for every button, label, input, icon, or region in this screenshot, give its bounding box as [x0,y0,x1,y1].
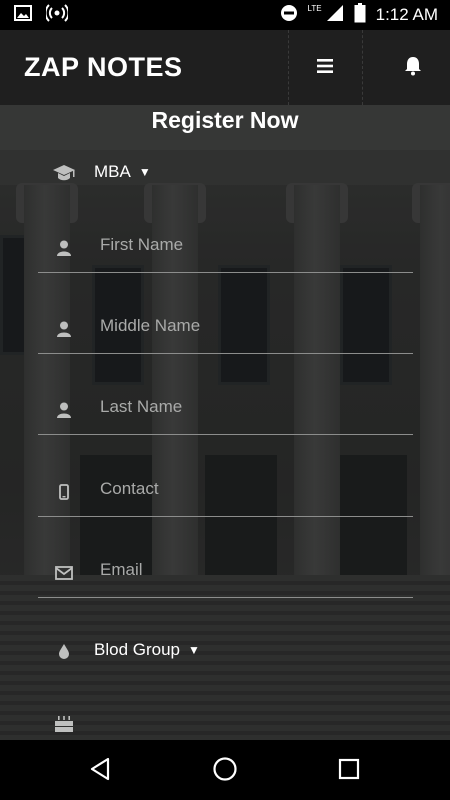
envelope-icon [52,562,76,584]
field-underline [38,516,413,517]
contact-input[interactable]: Contact [100,479,159,499]
course-select[interactable]: MBA ▼ [38,148,413,198]
dnd-icon [280,4,298,27]
page-title: Register Now [151,107,299,133]
hotspot-icon [44,3,70,27]
user-icon [52,237,76,259]
recents-button[interactable] [332,754,366,788]
contact-field[interactable]: Contact [38,467,413,517]
field-underline [38,353,413,354]
gallery-icon [14,4,32,26]
course-value: MBA [94,162,131,181]
back-button[interactable] [83,754,117,788]
dropdown-arrow-icon: ▼ [138,165,151,179]
home-icon [212,756,238,787]
first-name-field[interactable]: First Name [38,223,413,273]
field-underline [38,272,413,273]
last-name-input[interactable]: Last Name [100,397,182,417]
middle-name-field[interactable]: Middle Name [38,304,413,354]
user-icon [52,318,76,340]
email-field[interactable]: Email [38,548,413,598]
menu-icon [317,58,333,78]
email-input[interactable]: Email [100,560,143,580]
navigation-bar [0,740,450,800]
app-bar: ZAP NOTES [0,30,450,105]
field-underline [38,597,413,598]
bell-icon [404,56,422,81]
dropdown-arrow-icon: ▼ [188,643,200,657]
first-name-input[interactable]: First Name [100,235,183,255]
signal-icon [326,4,344,27]
middle-name-input[interactable]: Middle Name [100,316,200,336]
mobile-icon [52,481,76,503]
blood-group-value: Blod Group [94,640,180,659]
user-icon [52,399,76,421]
home-button[interactable] [208,754,242,788]
divider [288,30,289,105]
field-underline [38,434,413,435]
last-name-field[interactable]: Last Name [38,385,413,435]
graduation-cap-icon [52,162,76,184]
drop-icon [52,640,76,662]
blood-group-select[interactable]: Blod Group ▼ [38,626,413,676]
notifications-button[interactable] [398,54,428,82]
birthday-field[interactable] [38,698,413,738]
app-title: ZAP NOTES [24,52,183,82]
recents-icon [338,758,360,785]
divider [362,30,363,105]
back-icon [89,757,111,786]
clock: 1:12 AM [375,5,438,24]
status-bar: LTE 1:12 AM [0,0,450,30]
network-type: LTE [307,3,322,13]
birthday-cake-icon [52,712,76,734]
battery-icon [354,2,366,28]
menu-button[interactable] [310,56,340,80]
